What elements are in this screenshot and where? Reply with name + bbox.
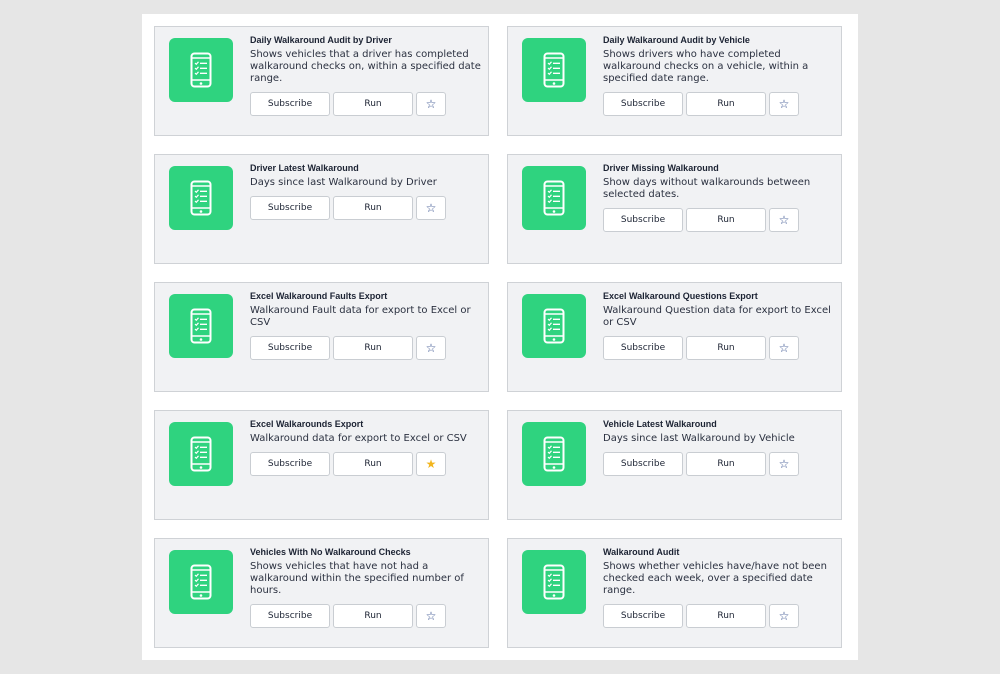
- favorite-button[interactable]: ☆: [416, 604, 446, 628]
- run-button[interactable]: Run: [333, 452, 413, 476]
- report-title: Vehicle Latest Walkaround: [603, 419, 717, 429]
- favorite-button[interactable]: ☆: [416, 336, 446, 360]
- report-description: Shows vehicles that a driver has complet…: [250, 49, 481, 84]
- report-card: Walkaround Audit Shows whether vehicles …: [507, 538, 842, 648]
- report-description: Walkaround data for export to Excel or C…: [250, 433, 467, 444]
- favorite-button[interactable]: ☆: [769, 452, 799, 476]
- favorite-button[interactable]: ★: [416, 452, 446, 476]
- report-title: Excel Walkaround Faults Export: [250, 291, 388, 301]
- favorite-button[interactable]: ☆: [769, 604, 799, 628]
- phone-checklist-icon: [522, 550, 586, 614]
- report-title: Driver Missing Walkaround: [603, 163, 719, 173]
- run-button[interactable]: Run: [686, 92, 766, 116]
- report-card: Daily Walkaround Audit by Vehicle Shows …: [507, 26, 842, 136]
- star-icon: ☆: [778, 609, 790, 623]
- report-title: Daily Walkaround Audit by Driver: [250, 35, 392, 45]
- report-card: Vehicles With No Walkaround Checks Shows…: [154, 538, 489, 648]
- report-card: Driver Latest Walkaround Days since last…: [154, 154, 489, 264]
- subscribe-button[interactable]: Subscribe: [603, 92, 683, 116]
- report-description: Days since last Walkaround by Vehicle: [603, 433, 795, 444]
- phone-checklist-icon: [169, 166, 233, 230]
- phone-checklist-icon: [522, 294, 586, 358]
- favorite-button[interactable]: ☆: [416, 196, 446, 220]
- run-button[interactable]: Run: [333, 604, 413, 628]
- report-description: Walkaround Question data for export to E…: [603, 305, 831, 328]
- report-card: Vehicle Latest Walkaround Days since las…: [507, 410, 842, 520]
- run-button[interactable]: Run: [686, 452, 766, 476]
- run-button[interactable]: Run: [333, 92, 413, 116]
- report-title: Excel Walkaround Questions Export: [603, 291, 758, 301]
- report-description: Show days without walkarounds between se…: [603, 177, 811, 200]
- run-button[interactable]: Run: [686, 208, 766, 232]
- subscribe-button[interactable]: Subscribe: [603, 336, 683, 360]
- star-icon: ☆: [778, 97, 790, 111]
- favorite-button[interactable]: ☆: [769, 92, 799, 116]
- run-button[interactable]: Run: [686, 604, 766, 628]
- star-icon: ☆: [425, 341, 437, 355]
- report-description: Shows vehicles that have not had a walka…: [250, 561, 464, 596]
- report-title: Driver Latest Walkaround: [250, 163, 359, 173]
- phone-checklist-icon: [169, 294, 233, 358]
- star-icon: ☆: [425, 609, 437, 623]
- report-card: Excel Walkaround Questions Export Walkar…: [507, 282, 842, 392]
- subscribe-button[interactable]: Subscribe: [250, 452, 330, 476]
- phone-checklist-icon: [169, 422, 233, 486]
- subscribe-button[interactable]: Subscribe: [250, 196, 330, 220]
- report-title: Excel Walkarounds Export: [250, 419, 364, 429]
- subscribe-button[interactable]: Subscribe: [250, 336, 330, 360]
- star-icon: ☆: [778, 213, 790, 227]
- report-description: Walkaround Fault data for export to Exce…: [250, 305, 471, 328]
- subscribe-button[interactable]: Subscribe: [603, 208, 683, 232]
- phone-checklist-icon: [522, 38, 586, 102]
- report-description: Days since last Walkaround by Driver: [250, 177, 437, 188]
- reports-panel: Daily Walkaround Audit by Driver Shows v…: [142, 14, 858, 660]
- report-title: Walkaround Audit: [603, 547, 680, 557]
- phone-checklist-icon: [169, 550, 233, 614]
- report-description: Shows whether vehicles have/have not bee…: [603, 561, 827, 596]
- report-card: Excel Walkarounds Export Walkaround data…: [154, 410, 489, 520]
- report-card: Daily Walkaround Audit by Driver Shows v…: [154, 26, 489, 136]
- star-icon: ☆: [778, 341, 790, 355]
- report-card: Driver Missing Walkaround Show days with…: [507, 154, 842, 264]
- run-button[interactable]: Run: [333, 336, 413, 360]
- report-title: Vehicles With No Walkaround Checks: [250, 547, 411, 557]
- star-icon: ☆: [425, 201, 437, 215]
- phone-checklist-icon: [169, 38, 233, 102]
- favorite-button[interactable]: ☆: [769, 336, 799, 360]
- phone-checklist-icon: [522, 422, 586, 486]
- subscribe-button[interactable]: Subscribe: [250, 92, 330, 116]
- run-button[interactable]: Run: [333, 196, 413, 220]
- star-filled-icon: ★: [425, 457, 437, 471]
- report-title: Daily Walkaround Audit by Vehicle: [603, 35, 750, 45]
- report-card: Excel Walkaround Faults Export Walkaroun…: [154, 282, 489, 392]
- favorite-button[interactable]: ☆: [416, 92, 446, 116]
- subscribe-button[interactable]: Subscribe: [603, 452, 683, 476]
- star-icon: ☆: [425, 97, 437, 111]
- report-description: Shows drivers who have completed walkaro…: [603, 49, 809, 84]
- run-button[interactable]: Run: [686, 336, 766, 360]
- subscribe-button[interactable]: Subscribe: [603, 604, 683, 628]
- phone-checklist-icon: [522, 166, 586, 230]
- star-icon: ☆: [778, 457, 790, 471]
- favorite-button[interactable]: ☆: [769, 208, 799, 232]
- subscribe-button[interactable]: Subscribe: [250, 604, 330, 628]
